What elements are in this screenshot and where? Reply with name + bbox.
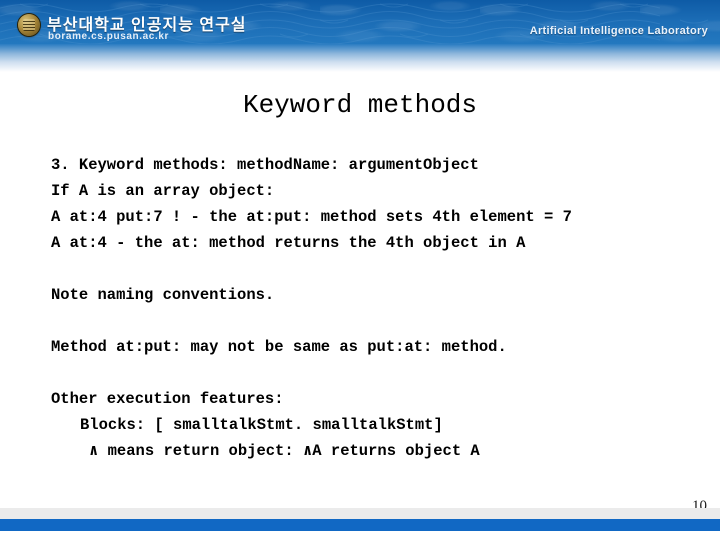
body-line-2: If A is an array object: xyxy=(51,182,275,200)
slide-header-banner: 부산대학교 인공지능 연구실 borame.cs.pusan.ac.kr Art… xyxy=(0,0,720,72)
body-line-4: A at:4 - the at: method returns the 4th … xyxy=(51,234,526,252)
body-line-8: Blocks: [ smalltalkStmt. smalltalkStmt] xyxy=(80,416,443,434)
body-spacer-1 xyxy=(51,256,711,282)
page-title: Keyword methods xyxy=(242,90,478,120)
body-line-6: Method at:put: may not be same as put:at… xyxy=(51,338,507,356)
body-line-3: A at:4 put:7 ! - the at:put: method sets… xyxy=(51,208,572,226)
body-line-7: Other execution features: xyxy=(51,390,284,408)
university-emblem-icon xyxy=(18,14,40,36)
body-line-5: Note naming conventions. xyxy=(51,286,275,304)
laboratory-name: Artificial Intelligence Laboratory xyxy=(529,25,708,37)
body-line-9: ∧ means return object: ∧A returns object… xyxy=(89,442,480,460)
body-spacer-2 xyxy=(51,308,711,334)
body-line-1: 3. Keyword methods: methodName: argument… xyxy=(51,156,479,174)
organization-url: borame.cs.pusan.ac.kr xyxy=(48,31,169,42)
footer-blue-bar xyxy=(0,519,720,531)
header-gradient-fade xyxy=(0,44,720,72)
footer-gray-bar xyxy=(0,508,720,519)
body-spacer-3 xyxy=(51,360,711,386)
slide-body: 3. Keyword methods: methodName: argument… xyxy=(51,152,711,464)
